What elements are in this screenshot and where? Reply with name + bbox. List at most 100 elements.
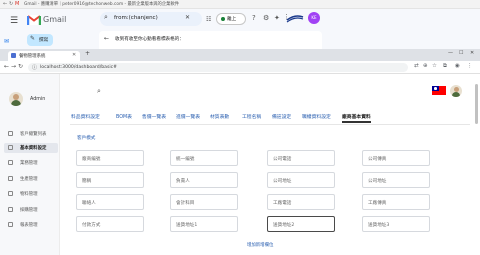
sidebar-item-production[interactable]: 生產管理 [4, 174, 58, 184]
report-icon [8, 222, 13, 227]
forward-icon[interactable]: → [11, 63, 16, 70]
new-tab-icon[interactable]: + [85, 50, 90, 57]
taiwan-flag-icon[interactable] [432, 86, 446, 95]
company-address-2-field[interactable]: 公司地址 [362, 172, 430, 188]
browser-tab[interactable]: 餐物管理系統 ✕ [8, 51, 80, 61]
tab-process-names[interactable]: 工程名稱 [242, 113, 261, 120]
site-info-icon[interactable]: ⓘ [32, 64, 37, 71]
browser-menu-icon[interactable]: ⋮ [467, 63, 473, 69]
gemini-sparkle-icon[interactable]: ✦ [274, 14, 280, 22]
tab-vendor-basic-data[interactable]: 廠商基本資料 [342, 113, 371, 123]
gmail-right-empty [322, 9, 480, 49]
page-scrollbar[interactable] [474, 74, 479, 255]
sidebar-item-reports[interactable]: 報表管理 [4, 220, 58, 230]
pencil-icon: ✎ [30, 35, 36, 42]
translate-icon[interactable]: ⇄ [414, 63, 419, 69]
close-window-icon[interactable]: ✕ [470, 50, 474, 56]
reload-icon[interactable]: ↻ [9, 1, 13, 7]
owner-field[interactable]: 負責人 [170, 172, 238, 188]
back-icon[interactable]: ← [4, 63, 9, 70]
status-chip[interactable]: 離上 [216, 13, 246, 25]
payment-method-field[interactable]: 付款方式 [76, 216, 144, 232]
gmail-app-name: Gmail [43, 15, 67, 24]
search-icon[interactable]: ⌕ [97, 87, 101, 96]
sidebar-item-sales[interactable]: 業務管理 [4, 158, 58, 168]
address-bar[interactable]: ⓘ localhost:3000/dashboard/basic# [28, 63, 408, 72]
box-icon [8, 191, 13, 196]
maximize-icon[interactable]: ☐ [459, 50, 463, 56]
sidebar-item-label: 採購管理 [20, 208, 38, 213]
accounting-subject-field[interactable]: 會計科目 [170, 194, 238, 210]
factory-icon [8, 176, 13, 181]
field-placeholder: 簡稱 [82, 179, 92, 184]
sidebar-item-customers[interactable]: 客戶總覽列表 [4, 129, 58, 139]
zoom-icon[interactable]: ⊕ [423, 63, 428, 69]
tax-id-field[interactable]: 統一編號 [170, 150, 238, 166]
sidebar-item-purchasing[interactable]: 採購管理 [4, 205, 58, 215]
factory-fax-field[interactable]: 工廠傳真 [362, 194, 430, 210]
field-placeholder: 統一編號 [176, 157, 195, 162]
compose-button[interactable]: ✎ 撰寫 [27, 34, 53, 46]
gmail-title-text: Gmail - 應購清單｜peter0916@techonweb.com - 最… [24, 2, 180, 7]
tab-bar: 料品資料設定 BOM表 售價一覽表 進價一覽表 材質表數 工程名稱 備註設定 職… [70, 112, 470, 124]
back-icon[interactable]: ← [3, 1, 7, 7]
sidebar-item-basic-settings[interactable]: 基本資料設定 [4, 143, 58, 153]
field-placeholder: 送貨地址2 [273, 223, 295, 228]
gmail-search-bar[interactable]: ⌕ from:(chanjenc) ✕ [100, 12, 202, 26]
company-address-field[interactable]: 公司地址 [267, 172, 335, 188]
tab-job-settings[interactable]: 職權資料設定 [302, 113, 331, 120]
company-fax-field[interactable]: 公司傳真 [362, 150, 430, 166]
url-text[interactable]: localhost:3000/dashboard/basic# [40, 65, 117, 70]
back-arrow-icon[interactable]: ← [104, 35, 109, 42]
extensions-icon[interactable]: ⧉ [443, 63, 447, 70]
delivery-address-3-field[interactable]: 送貨地址3 [362, 216, 430, 232]
reload-icon[interactable]: ↻ [18, 63, 23, 70]
field-placeholder: 公司地址 [273, 179, 292, 184]
field-placeholder: 負責人 [176, 179, 190, 184]
tab-purchase-prices[interactable]: 進價一覽表 [176, 113, 200, 120]
factory-phone-field[interactable]: 工廠電話 [267, 194, 335, 210]
company-phone-field[interactable]: 公司電話 [267, 150, 335, 166]
field-placeholder: 送貨地址3 [368, 223, 390, 228]
tab-divider [70, 124, 470, 125]
tab-item-settings[interactable]: 料品資料設定 [71, 113, 100, 120]
sidebar-item-label: 生產管理 [20, 177, 38, 182]
bookmark-star-icon[interactable]: ☆ [432, 63, 437, 69]
cart-icon [8, 207, 13, 212]
short-name-field[interactable]: 簡稱 [76, 172, 144, 188]
tab-notes-settings[interactable]: 備註設定 [272, 113, 291, 120]
help-icon[interactable]: ? [252, 14, 256, 22]
user-avatar[interactable] [9, 92, 23, 106]
gmail-search-input[interactable]: from:(chanjenc) [114, 15, 158, 21]
status-label: 離上 [227, 17, 237, 22]
settings-gear-icon[interactable]: ⚙ [263, 14, 269, 22]
filter-icon[interactable]: ☷ [206, 16, 211, 23]
browser-tab-strip: 餐物管理系統 ✕ [0, 49, 480, 61]
profile-icon[interactable]: ◉ [455, 63, 460, 69]
tab-sale-prices[interactable]: 售價一覽表 [142, 113, 166, 120]
tab-favicon-icon [11, 53, 16, 58]
add-field-link[interactable]: 增加新增欄位 [247, 242, 273, 248]
clear-search-icon[interactable]: ✕ [185, 14, 190, 21]
user-name: Admin [30, 97, 46, 102]
mail-nav-icon[interactable]: ✉ [4, 38, 9, 45]
gmail-account-avatar[interactable]: KE [308, 12, 320, 24]
sidebar-item-label: 基本資料設定 [20, 146, 47, 151]
tab-materials[interactable]: 材質表數 [210, 113, 229, 120]
delivery-address-2-field[interactable]: 送貨地址2 [267, 216, 335, 232]
sidebar-item-materials[interactable]: 物料管理 [4, 189, 58, 199]
tab-bom[interactable]: BOM表 [116, 113, 132, 120]
contact-field[interactable]: 聯絡人 [76, 194, 144, 210]
vendor-code-field[interactable]: 廠商編號 [76, 150, 144, 166]
gmail-logo-icon [27, 15, 41, 25]
status-dot-icon [221, 17, 225, 21]
close-tab-icon[interactable]: ✕ [72, 52, 76, 58]
delivery-address-1-field[interactable]: 送貨地址1 [170, 216, 238, 232]
minimize-icon[interactable]: — [448, 50, 453, 56]
sidebar-item-label: 業務管理 [20, 161, 38, 166]
header-user-avatar[interactable] [450, 85, 462, 97]
menu-icon[interactable]: ☰ [10, 16, 18, 26]
tab-title: 餐物管理系統 [19, 54, 46, 59]
scrollbar-thumb[interactable] [475, 84, 478, 124]
search-icon[interactable]: ⌕ [104, 13, 108, 22]
